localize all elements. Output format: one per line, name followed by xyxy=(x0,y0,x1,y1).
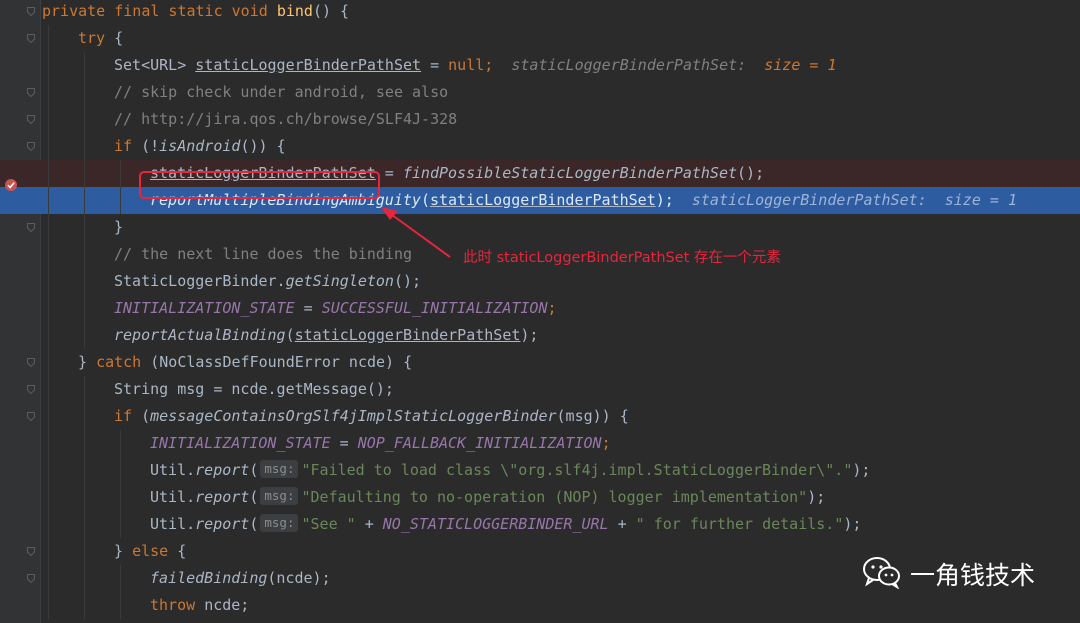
annotation-arrow xyxy=(381,207,451,258)
watermark-text: 一角钱技术 xyxy=(910,561,1036,590)
wechat-icon xyxy=(862,555,902,593)
watermark: 一角钱技术 xyxy=(862,556,1035,592)
annotation-text: 此时 staticLoggerBinderPathSet 存在一个元素 xyxy=(463,250,781,266)
